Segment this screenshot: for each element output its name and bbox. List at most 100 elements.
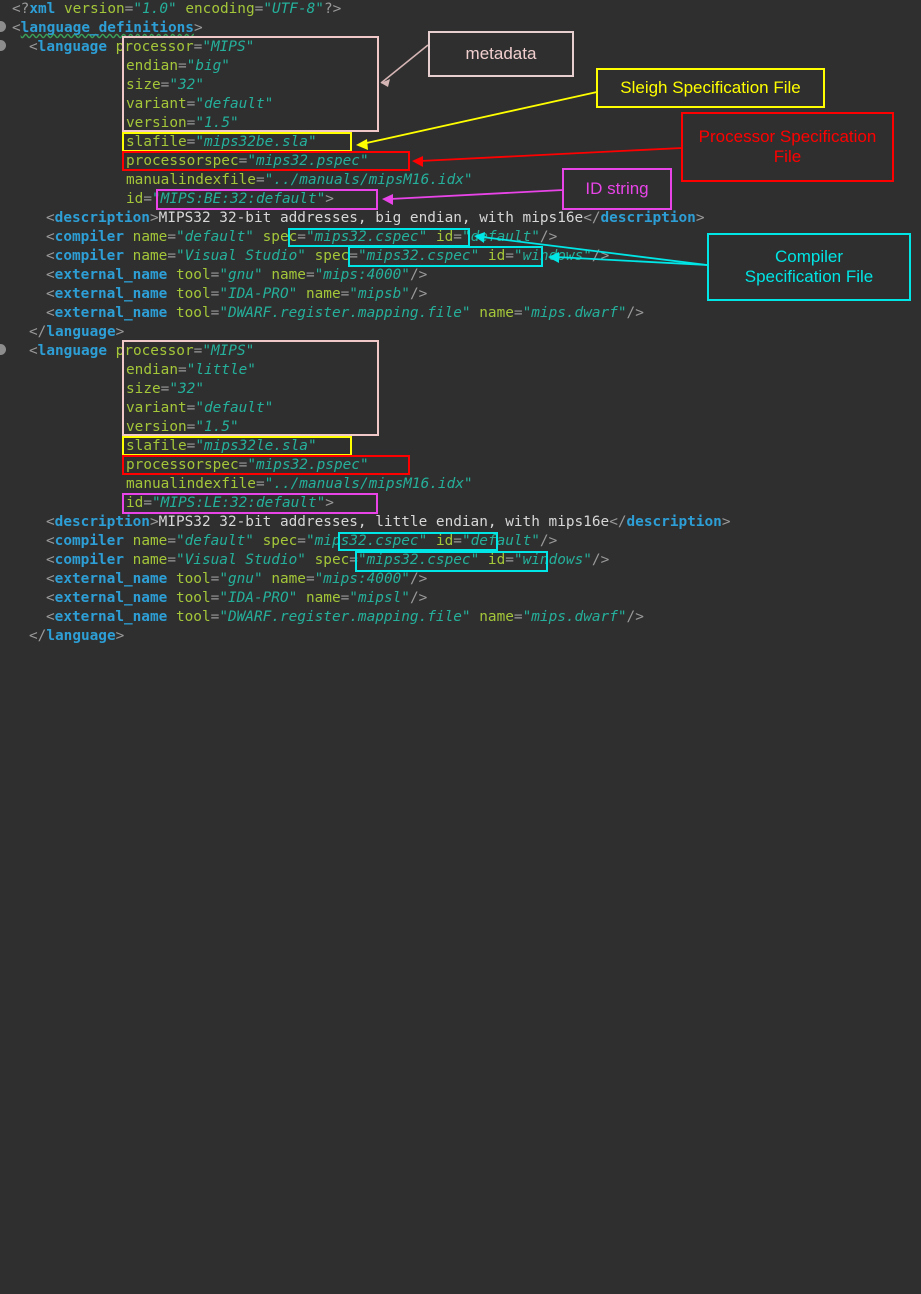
sp [254, 229, 263, 245]
eq: = [513, 609, 523, 625]
code-line-27[interactable]: <description>MIPS32 32-bit addresses, li… [46, 513, 731, 532]
attr-name: name [271, 267, 306, 283]
value-name: "mipsb" [349, 286, 410, 302]
attr-name: name [132, 533, 168, 549]
self-close: /> [539, 229, 558, 245]
eq: = [143, 191, 152, 207]
lt: < [46, 533, 55, 549]
tag-description-close: description [600, 210, 696, 226]
eq: = [297, 533, 306, 549]
value-name: "mips:4000" [314, 571, 410, 587]
eq: = [167, 229, 176, 245]
eq: = [305, 267, 315, 283]
sp [297, 286, 306, 302]
description-text-1: MIPS32 32-bit addresses, big endian, wit… [158, 210, 584, 226]
description-text-2: MIPS32 32-bit addresses, little endian, … [158, 514, 610, 530]
tag-external-name: external_name [54, 571, 168, 587]
value-manualindexfile: "../manuals/mipsM16.idx" [264, 172, 473, 188]
code-line-31[interactable]: <external_name tool="IDA-PRO" name="mips… [46, 589, 427, 608]
highlight-processorspec-2 [122, 455, 410, 475]
annotation-label-sleigh: Sleigh Specification File [620, 77, 801, 97]
gt: > [193, 20, 203, 36]
sp [107, 39, 116, 55]
lt: < [46, 267, 55, 283]
self-close: /> [591, 248, 610, 264]
lt: < [46, 514, 55, 530]
code-line-0[interactable]: <?xml version="1.0" encoding="UTF-8"?> [12, 0, 341, 19]
tag-language-definitions: language_definitions [20, 20, 194, 36]
code-line-11[interactable]: <description>MIPS32 32-bit addresses, bi… [46, 209, 705, 228]
attr-spec: spec [262, 533, 298, 549]
self-close: /> [626, 609, 644, 625]
sp [471, 609, 480, 625]
annotation-box-compiler-spec: Compiler Specification File [707, 233, 911, 301]
annotation-label-idstring: ID string [585, 178, 649, 198]
lt: < [46, 571, 55, 587]
attr-tool: tool [175, 590, 211, 606]
annotation-label-pspec-line2: File [773, 147, 802, 166]
sp [124, 229, 133, 245]
eq: = [255, 476, 265, 492]
code-line-32[interactable]: <external_name tool="DWARF.register.mapp… [46, 608, 644, 627]
value-name: "default" [175, 229, 254, 245]
attr-id: id [126, 191, 144, 207]
tag-description-open: description [54, 514, 150, 530]
sp [263, 267, 272, 283]
lt: < [46, 229, 55, 245]
xml-decl-close: ?> [323, 1, 342, 17]
annotation-label-pspec-line1: Processor Specification [698, 126, 877, 146]
highlight-spec-1a [288, 228, 470, 247]
code-line-14[interactable]: <external_name tool="gnu" name="mips:400… [46, 266, 427, 285]
lt: < [46, 609, 55, 625]
tag-compiler: compiler [54, 229, 124, 245]
self-close: /> [539, 533, 558, 549]
lt: < [29, 39, 38, 55]
highlight-id-1 [156, 189, 378, 210]
xml-editor-screenshot: <?xml version="1.0" encoding="UTF-8"?> <… [0, 0, 921, 647]
code-line-17[interactable]: </language> [29, 323, 124, 342]
attr-tool: tool [175, 286, 211, 302]
xml-decl-open: <? [12, 1, 30, 17]
eq: = [340, 286, 350, 302]
sp [124, 533, 133, 549]
tag-compiler: compiler [54, 552, 124, 568]
sp [124, 248, 133, 264]
gt: > [149, 514, 159, 530]
tag-language-close: language [46, 628, 116, 644]
value-tool: "IDA-PRO" [219, 590, 298, 606]
self-close: /> [626, 305, 644, 321]
annotation-box-id-string: ID string [562, 168, 672, 210]
highlight-slafile-1 [122, 132, 352, 152]
code-line-25[interactable]: manualindexfile="../manuals/mipsM16.idx" [126, 475, 473, 494]
lt: < [46, 286, 55, 302]
self-close: /> [409, 286, 428, 302]
annotation-box-metadata: metadata [428, 31, 574, 77]
value-name: "mips.dwarf" [522, 305, 627, 321]
tag-external-name: external_name [54, 305, 168, 321]
eq: = [255, 172, 265, 188]
value-tool: "gnu" [219, 571, 263, 587]
code-line-16[interactable]: <external_name tool="DWARF.register.mapp… [46, 304, 644, 323]
lt: < [46, 248, 55, 264]
attr-manualindexfile: manualindexfile [126, 172, 256, 188]
code-line-30[interactable]: <external_name tool="gnu" name="mips:400… [46, 570, 427, 589]
xml-decl-name: xml [29, 1, 56, 17]
attr-manualindexfile: manualindexfile [126, 476, 256, 492]
value-name: "mips:4000" [314, 267, 410, 283]
sp [167, 590, 176, 606]
lt-slash: </ [29, 324, 47, 340]
tag-language-close: language [46, 324, 116, 340]
eq: = [513, 305, 523, 321]
code-line-15[interactable]: <external_name tool="IDA-PRO" name="mips… [46, 285, 427, 304]
value-name: "Visual Studio" [175, 552, 306, 568]
code-line-9[interactable]: manualindexfile="../manuals/mipsM16.idx" [126, 171, 473, 190]
eq: = [210, 267, 220, 283]
self-close: /> [409, 571, 428, 587]
lt-slash: </ [583, 210, 601, 226]
lt: < [46, 305, 55, 321]
code-line-33[interactable]: </language> [29, 627, 124, 646]
sp [167, 305, 176, 321]
tag-description-close: description [626, 514, 722, 530]
sp [167, 609, 176, 625]
attr-tool: tool [175, 609, 211, 625]
